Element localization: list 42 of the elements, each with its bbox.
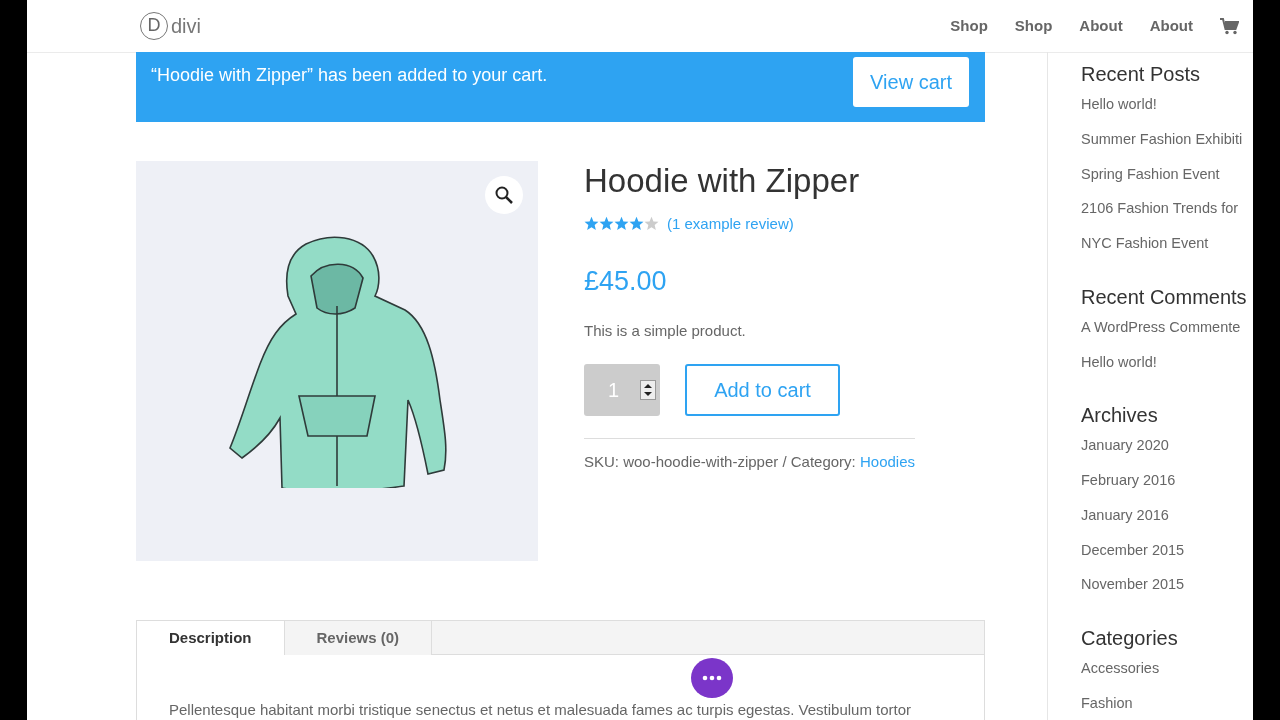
nav-link[interactable]: About bbox=[1079, 14, 1123, 38]
more-button[interactable] bbox=[691, 658, 733, 698]
sidebar-link[interactable]: January 2016 bbox=[1081, 504, 1252, 527]
description-text: Pellentesque habitant morbi tristique senectus et netus et malesuada fames ac turpis egestas. Vestibulum tortor bbox=[169, 701, 912, 718]
product-description: This is a simple product. bbox=[584, 320, 747, 341]
sidebar-link[interactable]: Spring Fashion Event bbox=[1081, 163, 1252, 186]
zoom-button[interactable] bbox=[485, 176, 523, 214]
sidebar-link[interactable]: November 2015 bbox=[1081, 574, 1252, 596]
product-meta: SKU: woo-hoodie-with-zipper / Category: Hoodies bbox=[584, 438, 915, 474]
sidebar-link[interactable]: Hello world! bbox=[1081, 94, 1252, 116]
cart-icon[interactable] bbox=[1220, 17, 1239, 35]
widget-title: Recent Comments bbox=[1081, 284, 1248, 309]
notice-message: “Hoodie with Zipper” has been added to your cart. bbox=[151, 64, 548, 87]
ellipsis-icon bbox=[702, 675, 722, 681]
sidebar-link[interactable]: Accessories bbox=[1081, 658, 1252, 680]
nav-link[interactable]: About bbox=[1149, 14, 1193, 38]
sidebar-link[interactable]: NYC Fashion Event bbox=[1081, 233, 1252, 255]
sidebar-link[interactable]: Hello world! bbox=[1081, 351, 1252, 374]
star-icon bbox=[584, 216, 599, 232]
logo-text[interactable]: divi bbox=[171, 11, 201, 41]
sidebar-link[interactable]: Fashion bbox=[1081, 692, 1252, 715]
sidebar-link[interactable]: December 2015 bbox=[1081, 539, 1252, 562]
product-price: £45.00 bbox=[584, 265, 668, 299]
search-icon bbox=[495, 186, 513, 204]
nav-link[interactable]: Shop bbox=[950, 14, 988, 38]
sidebar-link[interactable]: January 2020 bbox=[1081, 435, 1252, 457]
sidebar-link[interactable]: 2106 Fashion Trends for bbox=[1081, 198, 1252, 220]
sidebar-link[interactable]: A WordPress Commente bbox=[1081, 316, 1252, 339]
sidebar-link[interactable]: February 2016 bbox=[1081, 470, 1252, 492]
spinner-icon[interactable] bbox=[640, 380, 656, 401]
widget-title: Archives bbox=[1081, 403, 1159, 428]
widget-title: Categories bbox=[1081, 626, 1179, 650]
tab[interactable]: Description bbox=[137, 621, 285, 655]
product-title: Hoodie with Zipper bbox=[584, 161, 861, 201]
star-icon bbox=[629, 216, 644, 232]
nav-link[interactable]: Shop bbox=[1014, 14, 1053, 38]
tab[interactable]: Reviews (0) bbox=[284, 621, 433, 655]
star-icon bbox=[614, 216, 629, 232]
widget-title: Recent Posts bbox=[1081, 62, 1201, 86]
star-icon bbox=[644, 216, 659, 232]
sidebar-link[interactable]: Summer Fashion Exhibiti bbox=[1081, 128, 1252, 151]
star-icon bbox=[599, 216, 614, 232]
